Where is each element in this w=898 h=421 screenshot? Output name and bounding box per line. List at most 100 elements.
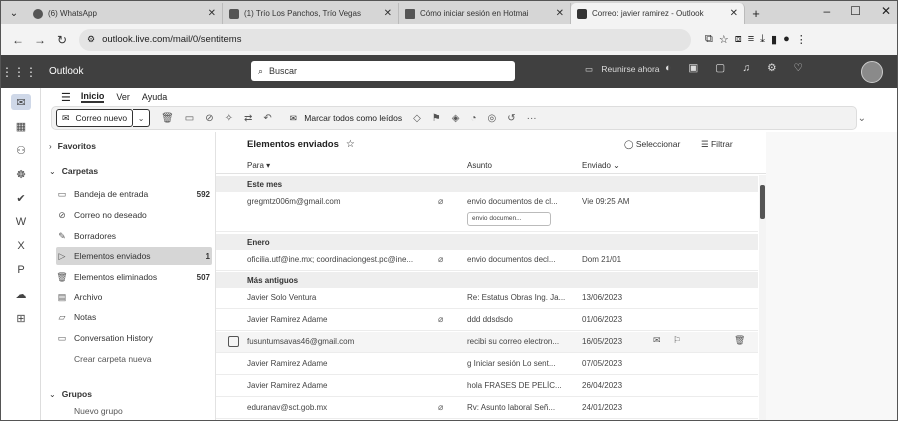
tab-hotmail-help[interactable]: Cómo iniciar sesión en Hotmai ✕ — [399, 3, 571, 24]
tab-ayuda[interactable]: Ayuda — [142, 92, 167, 102]
meet-now-button[interactable]: ▭ Reunirse ahora — [585, 64, 660, 75]
tab-inicio[interactable]: Inicio — [80, 91, 105, 103]
report-icon[interactable]: ⊘ — [205, 113, 213, 124]
tips-icon[interactable]: ♡ — [793, 62, 802, 74]
close-window-icon[interactable]: ✕ — [881, 4, 891, 18]
maximize-icon[interactable]: ☐ — [850, 4, 861, 18]
table-row[interactable]: Javier Ramirez Adame g Iniciar sesión Lo… — [216, 354, 758, 375]
extensions-icon[interactable]: ⧈ — [735, 33, 742, 46]
collapse-ribbon-icon[interactable]: ⌄ — [858, 113, 866, 124]
filter-button[interactable]: ☰ Filtrar — [701, 139, 733, 150]
table-row[interactable]: Javier Ramirez Adame hola FRASES DE PELÍ… — [216, 376, 758, 397]
more-options-icon[interactable]: ··· — [527, 113, 537, 124]
notifications-icon[interactable]: ♫ — [742, 62, 750, 74]
reply-icon[interactable]: ↶ — [263, 113, 271, 124]
hamburger-icon[interactable]: ☰ — [61, 91, 71, 104]
mark-read-icon[interactable]: ✉ — [653, 335, 661, 346]
create-folder-link[interactable]: Crear carpeta nueva — [56, 350, 212, 368]
more-apps-icon[interactable]: ⊞ — [11, 310, 31, 326]
cast-icon[interactable]: ⧉ — [705, 33, 713, 46]
word-icon[interactable]: W — [11, 214, 31, 230]
new-mail-button[interactable]: ✉ Correo nuevo — [56, 109, 134, 127]
sweep-icon[interactable]: ✧ — [225, 113, 233, 124]
undo-icon[interactable]: ↺ — [507, 113, 515, 124]
table-row[interactable]: eduranav@sct.gob.mx ⌀ Rv: Asunto laboral… — [216, 398, 758, 419]
mark-all-read-button[interactable]: ✉ Marcar todos como leídos — [290, 113, 402, 124]
avatar[interactable] — [861, 61, 883, 83]
list-scrollbar[interactable] — [759, 175, 766, 420]
folders-header[interactable]: ⌄ Carpetas — [49, 166, 98, 176]
search-input[interactable]: ⌕ Buscar — [251, 61, 515, 81]
office-icon[interactable]: ▣ — [688, 62, 698, 74]
row-checkbox[interactable] — [228, 336, 239, 347]
folder-archive[interactable]: ▤ Archivo — [56, 288, 212, 306]
calendar-icon[interactable]: ▦ — [11, 118, 31, 134]
minimize-icon[interactable]: – — [823, 4, 830, 18]
tab-search-icon[interactable]: ⌄ — [1, 3, 27, 24]
forward-icon[interactable]: → — [29, 29, 51, 51]
onedrive-icon[interactable]: ☁ — [11, 286, 31, 302]
feedback-icon[interactable]: ▢ — [715, 62, 725, 74]
close-tab-icon[interactable]: ✕ — [384, 8, 392, 19]
todo-icon[interactable]: ✔ — [11, 190, 31, 206]
column-subject[interactable]: Asunto — [467, 161, 492, 170]
table-row[interactable]: fusuntumsavas46@gmail.com recibi su corr… — [216, 332, 758, 353]
sidebar-icon[interactable]: ▮ — [771, 33, 777, 46]
move-icon[interactable]: ⇄ — [244, 113, 252, 124]
favorite-star-icon[interactable]: ☆ — [346, 139, 355, 150]
site-info-icon[interactable]: ⚙ — [87, 34, 95, 45]
url-field[interactable]: ⚙ outlook.live.com/mail/0/sentitems — [79, 28, 691, 51]
flag-icon[interactable]: ⚑ — [432, 113, 441, 124]
archive-icon[interactable]: ▭ — [185, 113, 194, 124]
group-header-older[interactable]: Más antiguos — [216, 272, 758, 288]
column-sent[interactable]: Enviado ⌄ — [582, 161, 620, 170]
delete-icon[interactable]: 🗑 — [734, 335, 745, 346]
app-launcher-icon[interactable]: ⋮⋮⋮ — [1, 65, 37, 79]
download-icon[interactable]: ⤓ — [760, 33, 765, 46]
profile-icon[interactable]: ● — [783, 33, 790, 46]
tag-icon[interactable]: ◇ — [413, 113, 421, 124]
reload-icon[interactable]: ↻ — [51, 29, 73, 51]
close-tab-icon[interactable]: ✕ — [730, 8, 738, 19]
pin-icon[interactable]: ◈ — [452, 113, 460, 124]
tab-youtube[interactable]: (1) Trío Los Panchos, Trío Vegas ✕ — [223, 3, 399, 24]
select-button[interactable]: ◯ Seleccionar — [624, 139, 680, 150]
group-header-this-month[interactable]: Este mes — [216, 176, 758, 192]
browser-menu-icon[interactable]: ⋮ — [796, 33, 807, 46]
folder-sent[interactable]: ▷ Elementos enviados 1 — [56, 247, 212, 265]
close-tab-icon[interactable]: ✕ — [556, 8, 564, 19]
scrollbar-thumb[interactable] — [760, 185, 765, 219]
snooze-icon[interactable]: ◔ — [470, 113, 476, 124]
tab-ver[interactable]: Ver — [116, 92, 130, 102]
groups-icon[interactable]: ☸ — [11, 166, 31, 182]
settings-icon[interactable]: ⚙ — [767, 62, 776, 74]
folder-junk[interactable]: ⊘ Correo no deseado — [56, 206, 212, 224]
powerpoint-icon[interactable]: P — [11, 262, 31, 278]
table-row[interactable]: gregmtz006m@gmail.com ⌀ envio documentos… — [216, 192, 758, 232]
rules-icon[interactable]: ◎ — [488, 113, 497, 124]
mail-icon[interactable]: ✉ — [11, 94, 31, 110]
teams-icon[interactable]: ◐ — [665, 62, 671, 74]
group-header-january[interactable]: Enero — [216, 234, 758, 250]
people-icon[interactable]: ⚇ — [11, 142, 31, 158]
tab-groups-icon[interactable]: ≡ — [748, 33, 754, 46]
table-row[interactable]: Javier Solo Ventura Re: Estatus Obras In… — [216, 288, 758, 309]
table-row[interactable]: Javier Ramirez Adame ⌀ ddd ddsdsdo 01/06… — [216, 310, 758, 331]
tab-whatsapp[interactable]: (6) WhatsApp ✕ — [27, 3, 223, 24]
tab-outlook[interactable]: Correo: javier ramirez - Outlook ✕ — [571, 3, 745, 24]
folder-drafts[interactable]: ✎ Borradores — [56, 227, 212, 245]
new-mail-dropdown-icon[interactable]: ⌄ — [133, 109, 151, 127]
table-row[interactable]: oficilia.utf@ine.mx; coordinaciongest.pc… — [216, 250, 758, 271]
new-tab-button[interactable]: + — [745, 3, 767, 24]
groups-header[interactable]: ⌄ Grupos — [49, 389, 92, 399]
folder-inbox[interactable]: ▭ Bandeja de entrada 592 — [56, 185, 212, 203]
folder-notes[interactable]: ▱ Notas — [56, 308, 212, 326]
column-to[interactable]: Para ▾ — [247, 161, 270, 170]
flag-icon[interactable]: ⚐ — [673, 335, 681, 346]
back-icon[interactable]: ← — [7, 29, 29, 51]
folder-deleted[interactable]: 🗑 Elementos eliminados 507 — [56, 268, 212, 286]
delete-icon[interactable]: 🗑 — [161, 113, 174, 124]
bookmark-star-icon[interactable]: ☆ — [719, 33, 729, 46]
new-group-link[interactable]: Nuevo grupo — [56, 402, 212, 420]
folder-conversation-history[interactable]: ▭ Conversation History — [56, 329, 212, 347]
